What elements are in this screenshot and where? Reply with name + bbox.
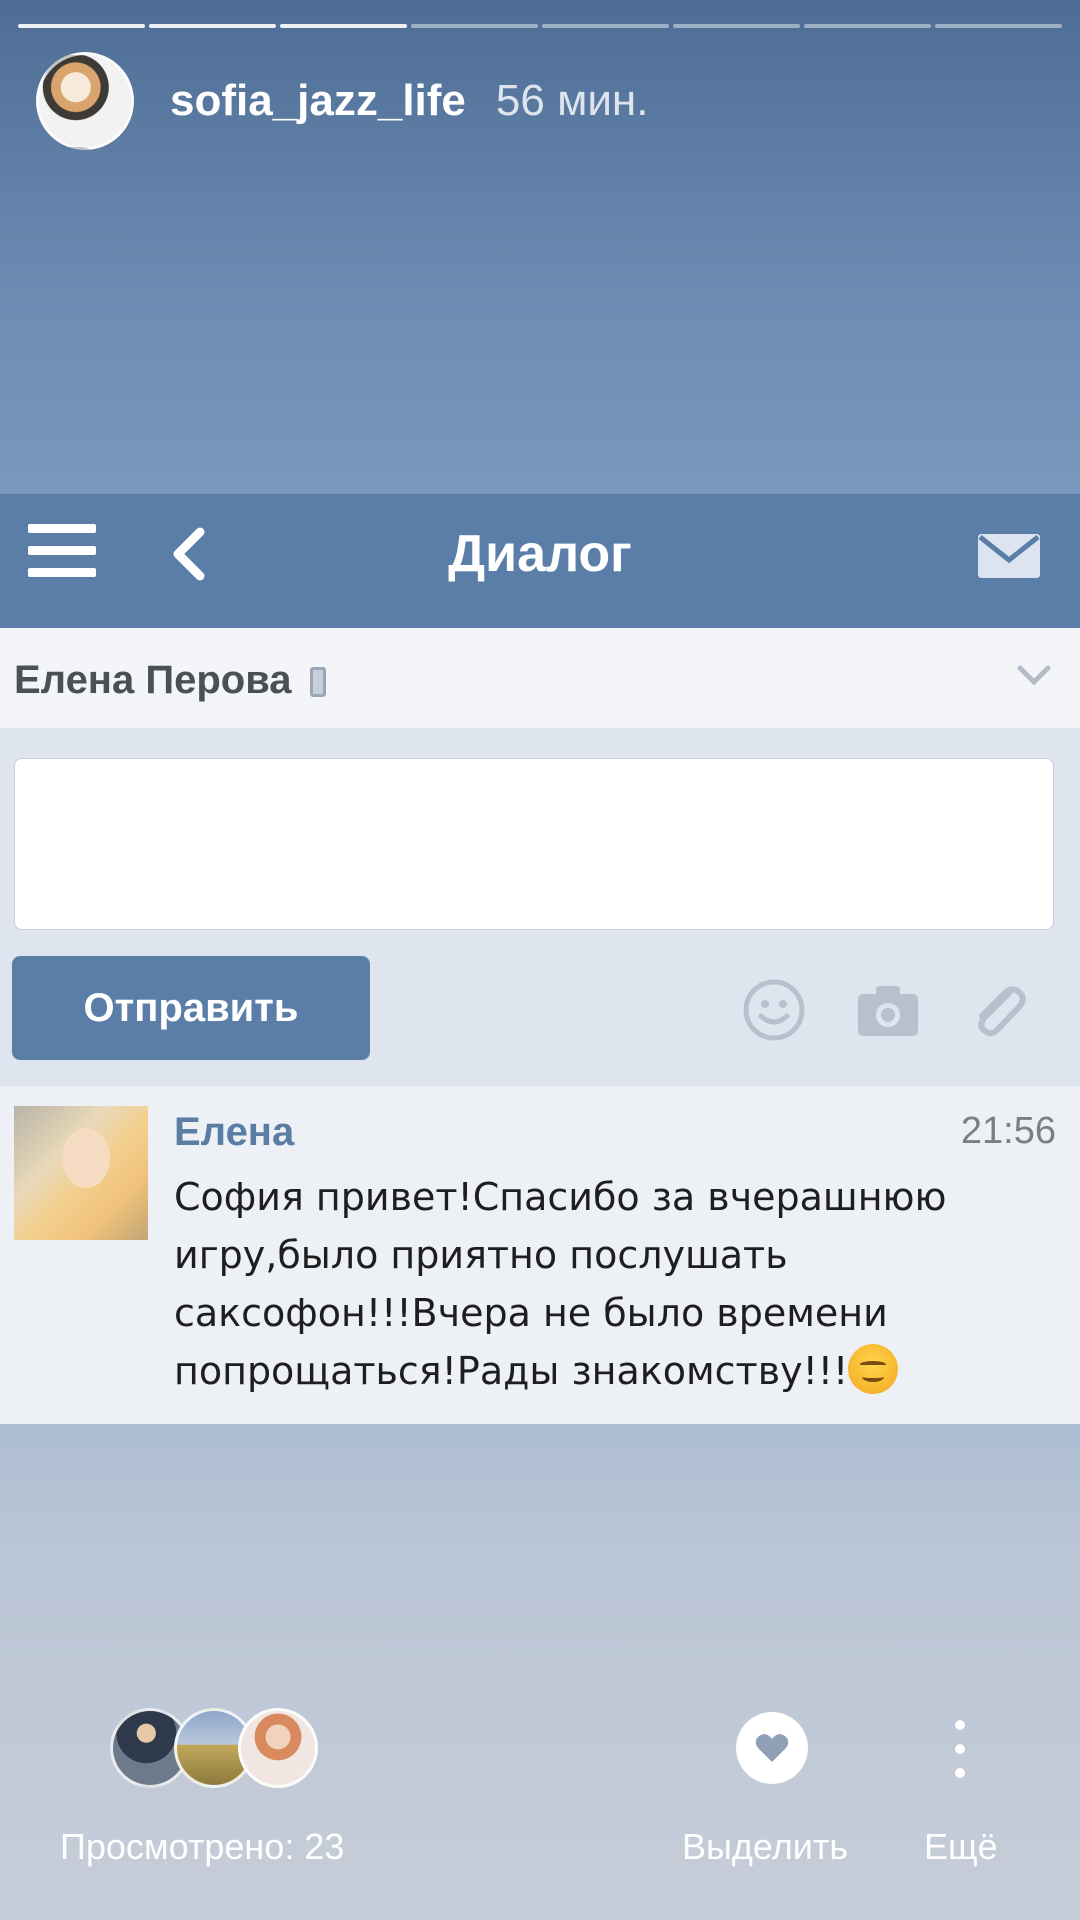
heart-icon	[755, 1734, 789, 1762]
more-label[interactable]: Ещё	[924, 1826, 998, 1868]
story-progress-bar	[18, 24, 1062, 28]
smiling-face-emoji-icon	[848, 1344, 899, 1394]
smile-icon	[743, 979, 805, 1041]
progress-segment	[149, 24, 276, 28]
vk-dialog-screenshot: Диалог Елена Перова Отправить Елена 21:5…	[0, 494, 1080, 1424]
progress-segment	[18, 24, 145, 28]
story-username[interactable]: sofia_jazz_life	[170, 76, 466, 126]
viewer-avatars[interactable]	[110, 1708, 320, 1788]
views-count[interactable]: Просмотрено: 23	[60, 1826, 344, 1868]
vk-header: Диалог	[0, 494, 1080, 628]
highlight-label[interactable]: Выделить	[682, 1826, 848, 1868]
contact-row: Елена Перова	[0, 628, 1080, 728]
story-header: sofia_jazz_life 56 мин.	[36, 52, 648, 150]
message-item: Елена 21:56 София привет!Спасибо за вчер…	[0, 1086, 1080, 1424]
contact-name-text: Елена Перова	[14, 658, 292, 702]
progress-segment	[411, 24, 538, 28]
vk-title: Диалог	[448, 525, 632, 583]
progress-segment	[804, 24, 931, 28]
chevron-down-icon	[1017, 665, 1051, 686]
progress-segment	[935, 24, 1062, 28]
contact-name: Елена Перова	[14, 658, 326, 703]
mail-icon	[978, 534, 1040, 578]
message-author: Елена	[174, 1110, 295, 1154]
message-input	[14, 758, 1054, 930]
paperclip-icon	[978, 986, 1026, 1037]
phone-icon	[309, 667, 326, 697]
highlight-button[interactable]	[736, 1712, 808, 1784]
more-vertical-icon[interactable]	[946, 1720, 974, 1778]
viewer-avatar	[238, 1708, 318, 1788]
progress-segment	[673, 24, 800, 28]
camera-icon	[858, 986, 918, 1036]
message-time: 21:56	[960, 1110, 1056, 1152]
message-text-block: София привет!Спасибо за вчерашнюю игру,б…	[174, 1168, 1024, 1400]
story-author-avatar[interactable]	[36, 52, 134, 150]
message-text: София привет!Спасибо за вчерашнюю игру,б…	[174, 1175, 947, 1393]
progress-segment	[280, 24, 407, 28]
send-button: Отправить	[12, 956, 370, 1060]
message-author-avatar	[14, 1106, 148, 1240]
story-time: 56 мин.	[495, 76, 649, 125]
progress-segment	[542, 24, 669, 28]
